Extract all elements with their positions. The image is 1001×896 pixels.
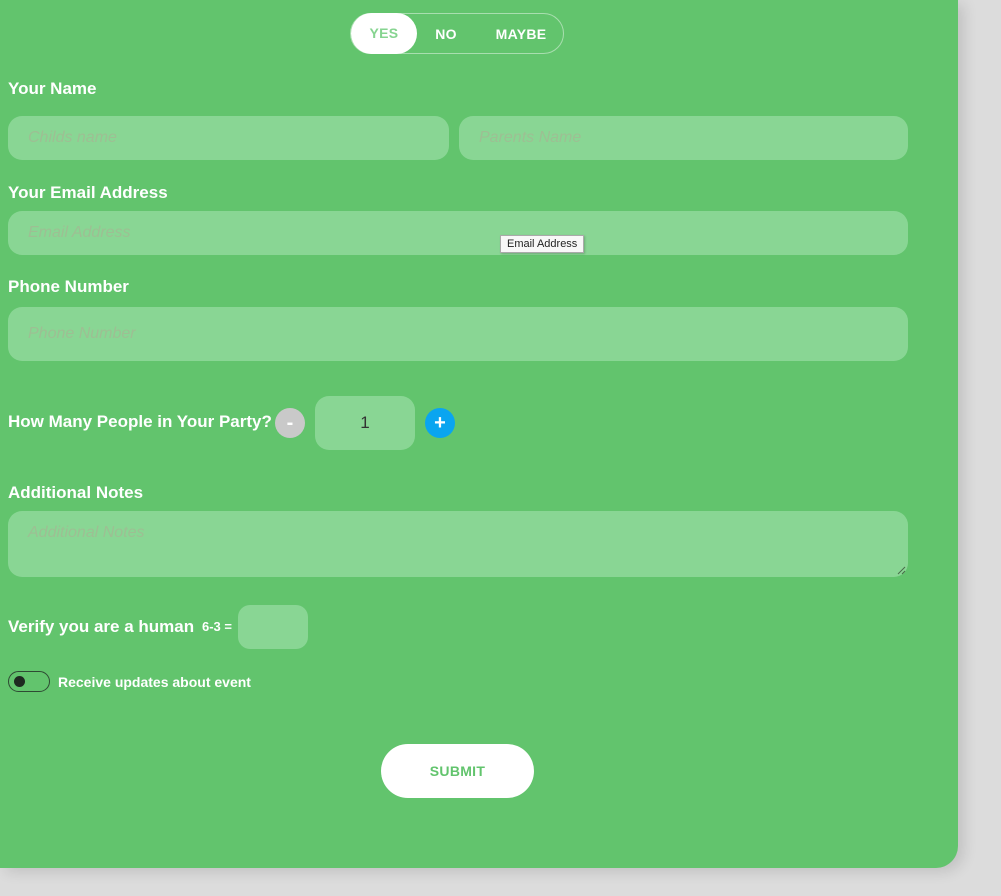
- child-name-input[interactable]: Childs name: [8, 116, 449, 160]
- attendance-no-button[interactable]: NO: [421, 14, 471, 55]
- attendance-yes-button[interactable]: YES: [351, 13, 417, 54]
- party-size-label: How Many People in Your Party?: [8, 412, 272, 431]
- attendance-maybe-button[interactable]: MAYBE: [481, 14, 561, 55]
- phone-label: Phone Number: [8, 277, 129, 296]
- attendance-segmented-control: YES NO MAYBE: [350, 13, 564, 54]
- phone-input[interactable]: Phone Number: [8, 307, 908, 361]
- notes-label: Additional Notes: [8, 483, 144, 502]
- email-input[interactable]: Email Address: [8, 211, 908, 255]
- captcha-expression: 6-3 =: [202, 619, 232, 634]
- updates-label: Receive updates about event: [58, 674, 251, 690]
- name-label: Your Name: [8, 79, 97, 98]
- email-label: Your Email Address: [8, 183, 168, 202]
- captcha-answer-input[interactable]: [238, 605, 308, 649]
- party-increment-button[interactable]: +: [425, 408, 455, 438]
- captcha-label: Verify you are a human: [8, 617, 195, 636]
- textarea-resize-handle[interactable]: [897, 566, 906, 575]
- party-decrement-button[interactable]: -: [275, 408, 305, 438]
- toggle-knob: [14, 676, 25, 687]
- notes-textarea[interactable]: Additional Notes: [8, 511, 908, 577]
- parent-name-input[interactable]: Parents Name: [459, 116, 908, 160]
- rsvp-form-card: YES NO MAYBE Your Name Childs name Paren…: [0, 0, 958, 868]
- submit-button[interactable]: SUBMIT: [381, 744, 534, 798]
- email-tooltip: Email Address: [500, 235, 585, 253]
- party-count-input[interactable]: 1: [315, 396, 415, 450]
- updates-toggle[interactable]: [8, 671, 50, 692]
